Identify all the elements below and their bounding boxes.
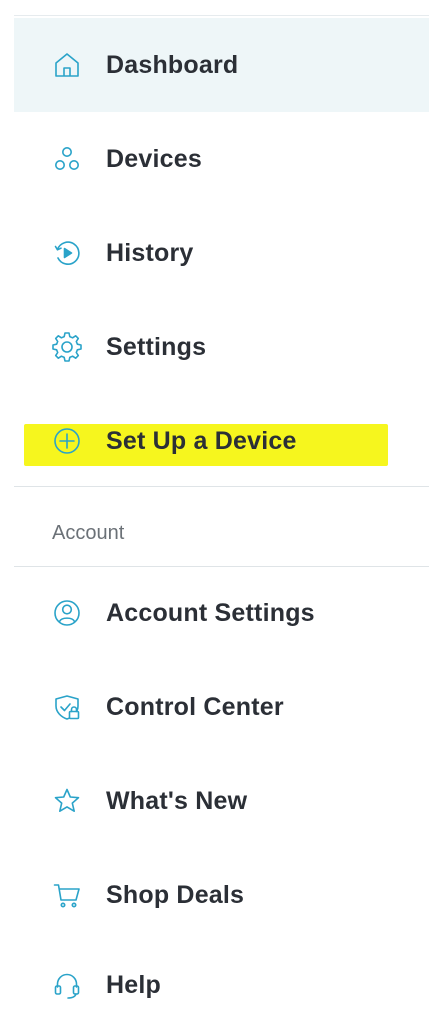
headset-icon (52, 970, 82, 1000)
nav-item-label: Account Settings (106, 598, 315, 627)
nav-item-dashboard[interactable]: Dashboard (14, 18, 429, 112)
side-menu: Dashboard Devices History Settings Set U… (0, 0, 429, 1003)
nav-item-history[interactable]: History (14, 206, 429, 300)
nav-item-label: Dashboard (106, 50, 239, 79)
nav-item-label: Shop Deals (106, 880, 245, 909)
nav-item-label: Control Center (106, 692, 284, 721)
nav-item-label: History (106, 238, 194, 267)
nav-item-account-settings[interactable]: Account Settings (14, 566, 429, 660)
section-divider (14, 486, 429, 487)
shield-lock-icon (52, 692, 82, 722)
gear-icon (52, 332, 82, 362)
plus-circle-icon (52, 426, 82, 456)
history-icon (52, 238, 82, 268)
nav-item-settings[interactable]: Settings (14, 300, 429, 394)
nav-item-label: Settings (106, 332, 207, 361)
top-divider (14, 15, 429, 16)
devices-icon (52, 144, 82, 174)
nav-item-label: Devices (106, 144, 202, 173)
cart-icon (52, 880, 82, 910)
nav-item-control-center[interactable]: Control Center (14, 660, 429, 754)
account-section-label: Account (52, 522, 125, 544)
nav-item-label: Set Up a Device (106, 426, 297, 455)
star-icon (52, 786, 82, 816)
nav-item-help[interactable]: Help (14, 938, 429, 1032)
user-circle-icon (52, 598, 82, 628)
nav-item-whats-new[interactable]: What's New (14, 754, 429, 848)
nav-item-label: Help (106, 970, 161, 999)
nav-item-label: What's New (106, 786, 248, 815)
nav-item-devices[interactable]: Devices (14, 112, 429, 206)
nav-item-shop-deals[interactable]: Shop Deals (14, 848, 429, 942)
nav-item-set-up-device[interactable]: Set Up a Device (14, 394, 429, 488)
house-icon (52, 50, 82, 80)
